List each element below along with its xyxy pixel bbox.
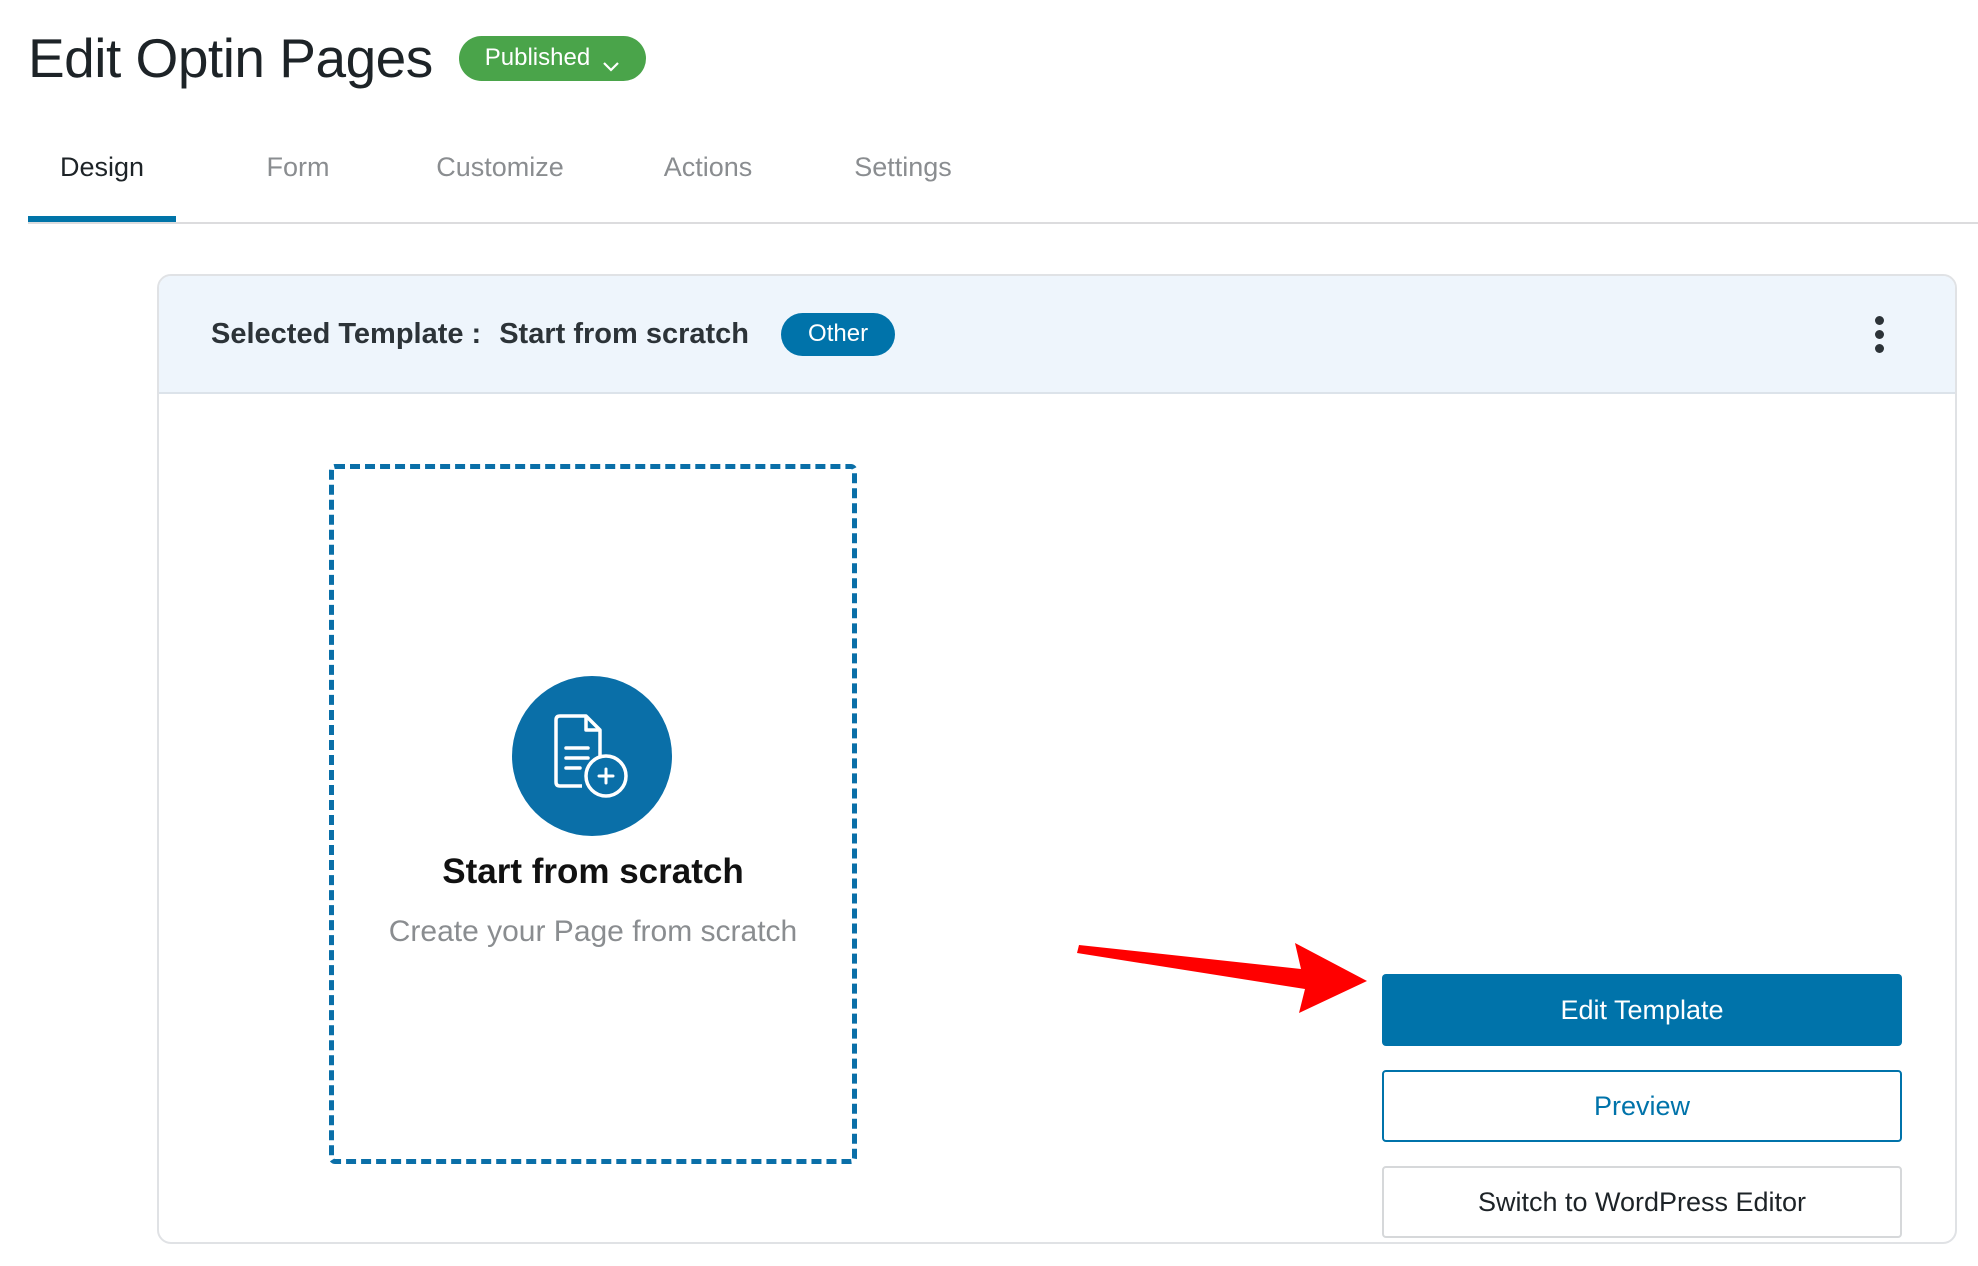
page-title: Edit Optin Pages	[28, 27, 433, 89]
scratch-title: Start from scratch	[442, 852, 744, 891]
red-arrow-icon	[1077, 941, 1377, 1026]
selected-template-label: Selected Template :	[211, 317, 482, 350]
edit-template-button[interactable]: Edit Template	[1382, 974, 1902, 1046]
template-card: Selected Template : Start from scratch O…	[157, 274, 1957, 1244]
status-dropdown[interactable]: Published	[458, 35, 647, 81]
chevron-down-icon	[602, 52, 620, 72]
category-badge: Other	[781, 312, 896, 356]
preview-button[interactable]: Preview	[1382, 1070, 1902, 1142]
switch-to-wordpress-editor-button[interactable]: Switch to WordPress Editor	[1382, 1166, 1902, 1238]
more-vertical-icon[interactable]	[1873, 316, 1885, 354]
page-header: Edit Optin Pages Published	[28, 22, 647, 94]
tab-form[interactable]: Form	[243, 130, 353, 222]
tab-customize[interactable]: Customize	[420, 130, 580, 222]
scratch-subtitle: Create your Page from scratch	[388, 915, 798, 948]
tab-actions[interactable]: Actions	[646, 130, 770, 222]
tab-design[interactable]: Design	[28, 130, 176, 222]
tab-bar: Design Form Customize Actions Settings	[28, 130, 1978, 224]
status-label: Published	[484, 44, 591, 71]
selected-template-name: Start from scratch	[499, 317, 750, 350]
tab-settings[interactable]: Settings	[838, 130, 968, 222]
start-from-scratch-tile[interactable]: Start from scratch Create your Page from…	[329, 464, 857, 1164]
document-plus-icon	[512, 676, 672, 836]
template-card-header: Selected Template : Start from scratch O…	[159, 276, 1955, 394]
